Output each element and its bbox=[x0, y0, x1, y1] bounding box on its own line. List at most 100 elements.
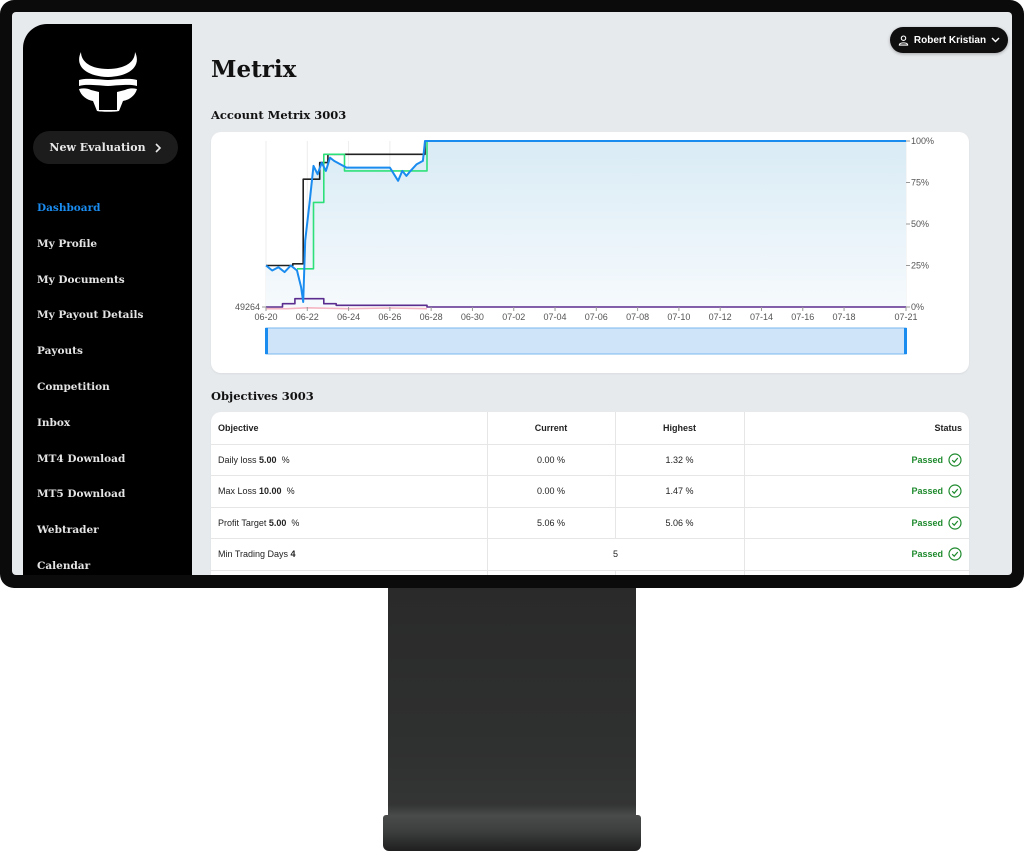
objective-name: Profit Target bbox=[218, 517, 267, 528]
user-icon bbox=[898, 34, 909, 46]
range-handle-left[interactable] bbox=[265, 328, 268, 354]
current-cell: 0.00 % bbox=[487, 444, 616, 476]
monitor-stand bbox=[388, 588, 636, 820]
objective-target: 5.00 bbox=[268, 517, 287, 528]
table-row: Max Loss 10.00 % 0.00 % 1.47 % Passed bbox=[211, 475, 969, 508]
status-cell: Passed bbox=[744, 507, 969, 539]
sidebar-item-mt4-download[interactable]: MT4 Download bbox=[37, 441, 143, 477]
status-badge: Passed bbox=[911, 484, 962, 498]
y-tick-label: 0% bbox=[911, 302, 924, 312]
check-circle-icon bbox=[948, 453, 962, 467]
chevron-right-icon bbox=[155, 142, 161, 153]
bull-logo-icon[interactable] bbox=[75, 50, 141, 112]
objective-cell: Min Trading Days 4 bbox=[211, 538, 488, 571]
x-tick-label: 07-18 bbox=[833, 312, 856, 322]
status-cell: Passed bbox=[744, 538, 969, 571]
sidebar-item-my-payout-details[interactable]: My Payout Details bbox=[37, 297, 143, 333]
range-selector[interactable] bbox=[265, 327, 907, 355]
range-handle-right[interactable] bbox=[904, 328, 907, 354]
x-tick-label: 07-06 bbox=[585, 312, 608, 322]
objective-cell: Profit Target 5.00 % bbox=[211, 507, 488, 539]
objective-target: 10.00 bbox=[259, 486, 282, 497]
y-tick-label: 50% bbox=[911, 219, 929, 229]
x-tick-label: 07-08 bbox=[626, 312, 649, 322]
status-badge: Passed bbox=[911, 453, 962, 467]
objective-cell: Daily loss 5.00 % bbox=[211, 444, 488, 476]
table-row: Profit Target 5.00 % 5.06 % 5.06 % Passe… bbox=[211, 507, 969, 539]
x-tick-label: 06-28 bbox=[420, 312, 443, 322]
highest-cell: 5.06 % bbox=[615, 507, 745, 539]
sidebar-item-calendar[interactable]: Calendar bbox=[37, 548, 143, 575]
y-tick-label: 25% bbox=[911, 261, 929, 271]
current-cell: 0.00 % bbox=[487, 475, 616, 508]
column-header-objective: Objective bbox=[211, 412, 488, 445]
sidebar-item-webtrader[interactable]: Webtrader bbox=[37, 512, 143, 548]
monitor-stand-base bbox=[383, 815, 641, 851]
sidebar-item-payouts[interactable]: Payouts bbox=[37, 333, 143, 369]
y-tick-label: 100% bbox=[911, 136, 934, 146]
x-tick-label: 06-22 bbox=[296, 312, 319, 322]
account-metrix-chart[interactable]: 06-20 06-22 06-24 06-26 06-28 06-30 07-02 07-04… bbox=[211, 132, 969, 373]
sidebar: New Evaluation Dashboard My Profile My D… bbox=[23, 24, 192, 575]
objectives-section-title: Objectives 3003 bbox=[211, 389, 314, 403]
sidebar-item-mt5-download[interactable]: MT5 Download bbox=[37, 476, 143, 512]
objective-name: Max Loss bbox=[218, 486, 257, 497]
objective-unit: % bbox=[286, 486, 295, 497]
screen: New Evaluation Dashboard My Profile My D… bbox=[12, 12, 1012, 575]
current-cell: 5 bbox=[487, 538, 745, 571]
objective-unit: % bbox=[291, 517, 300, 528]
table-row bbox=[211, 570, 969, 575]
x-tick-label: 06-30 bbox=[461, 312, 484, 322]
x-tick-label: 06-26 bbox=[378, 312, 401, 322]
table-header-row: Objective Current Highest Status bbox=[211, 412, 969, 445]
objective-target: 4 bbox=[290, 549, 296, 560]
column-header-highest: Highest bbox=[615, 412, 745, 445]
x-tick-label: 06-24 bbox=[337, 312, 360, 322]
column-header-status: Status bbox=[744, 412, 969, 445]
chart-section-title: Account Metrix 3003 bbox=[211, 108, 347, 122]
status-cell: Passed bbox=[744, 475, 969, 508]
y-tick-label: 75% bbox=[911, 178, 929, 188]
x-tick-label: 06-20 bbox=[254, 312, 277, 322]
check-circle-icon bbox=[948, 516, 962, 530]
y-left-label: 49264 bbox=[235, 302, 260, 312]
table-row: Daily loss 5.00 % 0.00 % 1.32 % Passed bbox=[211, 444, 969, 476]
status-badge: Passed bbox=[911, 516, 962, 530]
account-metrix-chart-card: 06-20 06-22 06-24 06-26 06-28 06-30 07-02 07-04… bbox=[211, 132, 969, 373]
objective-target: 5.00 bbox=[259, 454, 277, 465]
objectives-table-card: Objective Current Highest Status Daily l… bbox=[211, 412, 969, 575]
objective-name: Daily loss bbox=[218, 454, 257, 465]
objective-cell: Max Loss 10.00 % bbox=[211, 475, 488, 508]
objective-unit: % bbox=[281, 454, 290, 465]
x-tick-label: 07-02 bbox=[502, 312, 525, 322]
current-cell: 5.06 % bbox=[487, 507, 616, 539]
check-circle-icon bbox=[948, 484, 962, 498]
sidebar-item-competition[interactable]: Competition bbox=[37, 369, 143, 405]
sidebar-item-my-documents[interactable]: My Documents bbox=[37, 262, 143, 298]
sidebar-item-my-profile[interactable]: My Profile bbox=[37, 226, 143, 262]
sidebar-item-dashboard[interactable]: Dashboard bbox=[37, 190, 143, 226]
sidebar-nav: Dashboard My Profile My Documents My Pay… bbox=[37, 190, 143, 575]
user-menu-button[interactable]: Robert Kristian bbox=[890, 27, 1008, 53]
page-title: Metrix bbox=[211, 56, 297, 83]
check-circle-icon bbox=[948, 547, 962, 561]
x-tick-label: 07-21 bbox=[894, 312, 917, 322]
new-evaluation-button[interactable]: New Evaluation bbox=[33, 131, 178, 164]
status-cell: Passed bbox=[744, 444, 969, 476]
status-badge: Passed bbox=[911, 547, 962, 561]
x-tick-label: 07-10 bbox=[667, 312, 690, 322]
new-evaluation-label: New Evaluation bbox=[49, 141, 146, 154]
chevron-down-icon bbox=[991, 37, 1000, 43]
x-tick-label: 07-14 bbox=[750, 312, 773, 322]
column-header-current: Current bbox=[487, 412, 616, 445]
user-name: Robert Kristian bbox=[913, 34, 987, 46]
x-tick-label: 07-12 bbox=[709, 312, 732, 322]
x-tick-label: 07-04 bbox=[544, 312, 567, 322]
highest-cell: 1.47 % bbox=[615, 475, 745, 508]
x-tick-label: 07-16 bbox=[791, 312, 814, 322]
objective-name: Min Trading Days bbox=[218, 549, 289, 560]
daily-loss-line bbox=[266, 307, 428, 310]
objectives-table: Objective Current Highest Status Daily l… bbox=[211, 412, 969, 575]
sidebar-item-inbox[interactable]: Inbox bbox=[37, 405, 143, 441]
highest-cell: 1.32 % bbox=[615, 444, 745, 476]
